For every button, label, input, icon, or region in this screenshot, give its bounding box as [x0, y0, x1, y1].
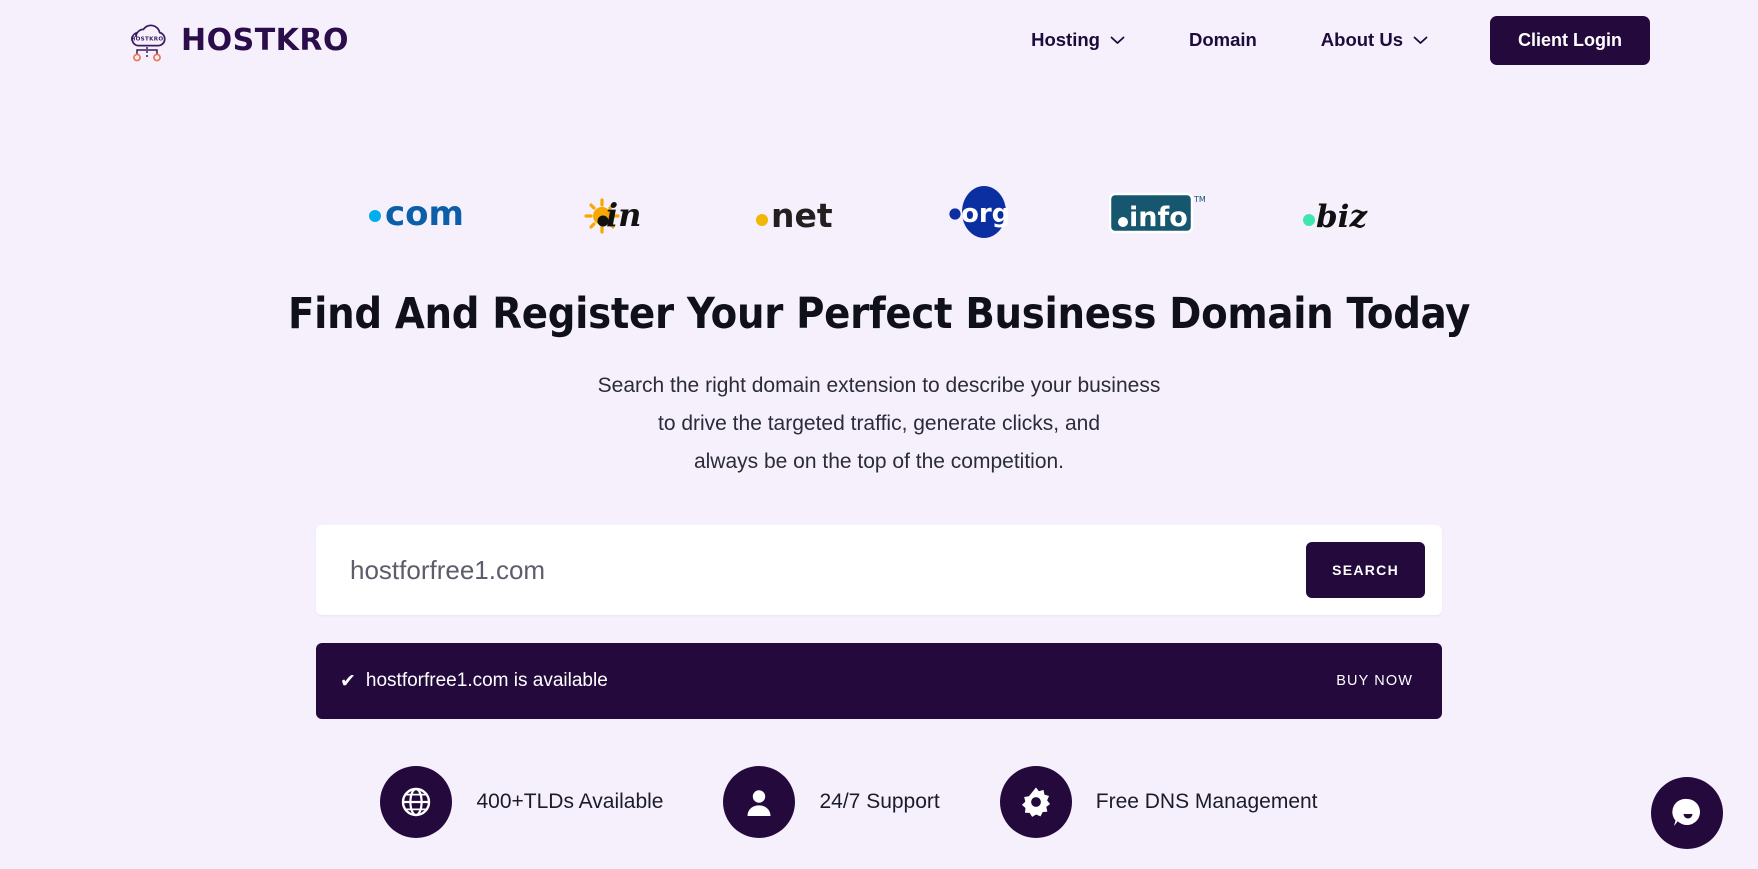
gear-icon-badge	[999, 766, 1072, 839]
chevron-down-icon	[1413, 36, 1428, 44]
user-icon-badge	[723, 766, 796, 839]
feature-dns-management-label: Free DNS Management	[1095, 790, 1318, 814]
feature-tlds-available: 400+TLDs Available	[380, 766, 723, 839]
feature-highlights: 400+TLDs Available 24/7 Support Free DNS…	[0, 766, 1758, 839]
nav-item-about-us[interactable]: About Us	[1289, 29, 1460, 51]
chat-launcher-button[interactable]	[1651, 777, 1723, 849]
nav-item-domain[interactable]: Domain	[1157, 29, 1289, 51]
nav-item-hosting[interactable]: Hosting	[999, 29, 1157, 51]
client-login-button[interactable]: Client Login	[1490, 15, 1650, 65]
nav-item-hosting-label: Hosting	[1031, 29, 1100, 50]
cloud-network-logo-icon: HOSTKRO	[131, 24, 166, 62]
site-header: HOSTKRO HOSTKRO Hosting Domain About Us …	[0, 0, 1758, 80]
svg-text:HOSTKRO: HOSTKRO	[131, 36, 164, 42]
chevron-down-icon	[1110, 36, 1125, 44]
nav-item-domain-label: Domain	[1188, 29, 1257, 50]
chat-bubble-icon	[1672, 798, 1700, 826]
availability-status: ✔ hostforfree1.com is available	[340, 670, 608, 692]
check-icon: ✔	[340, 670, 356, 692]
nav-item-about-us-label: About Us	[1320, 29, 1404, 50]
brand-logo[interactable]: HOSTKRO HOSTKRO	[124, 18, 349, 62]
user-icon	[747, 790, 771, 817]
feature-support-label: 24/7 Support	[819, 790, 940, 814]
tld-logo-strip: com in net org info TM biz	[0, 182, 1758, 242]
domain-search-box: SEARCH	[316, 525, 1442, 616]
availability-message: hostforfree1.com is available	[365, 670, 608, 692]
feature-tlds-available-label: 400+TLDs Available	[476, 790, 664, 814]
svg-text:TM: TM	[1193, 195, 1205, 204]
svg-text:com: com	[385, 194, 464, 234]
feature-support: 24/7 Support	[723, 766, 999, 839]
tld-logo-org: org	[948, 186, 1010, 238]
hero-subtitle-line-1: Search the right domain extension to des…	[597, 374, 1161, 398]
tld-logo-info: info TM	[1108, 192, 1205, 234]
tld-logo-biz: biz	[1302, 199, 1368, 235]
main-navigation: Hosting Domain About Us Client Login	[999, 15, 1650, 65]
svg-text:org: org	[961, 199, 1010, 229]
hero-subtitle: Search the right domain extension to des…	[0, 367, 1758, 481]
gear-icon	[1021, 787, 1050, 818]
search-button[interactable]: SEARCH	[1306, 542, 1425, 599]
tld-logo-net: net	[755, 196, 833, 235]
svg-text:biz: biz	[1316, 199, 1368, 235]
hero-subtitle-line-2: to drive the targeted traffic, generate …	[657, 412, 1101, 436]
domain-search-section: SEARCH	[316, 525, 1442, 616]
buy-now-button[interactable]: BUY NOW	[1336, 673, 1413, 689]
globe-icon-badge	[380, 766, 453, 839]
page-title: Find And Register Your Perfect Business …	[287, 289, 1471, 339]
globe-icon	[402, 788, 431, 817]
domain-availability-bar: ✔ hostforfree1.com is available BUY NOW	[316, 643, 1442, 720]
brand-wordmark: HOSTKRO	[181, 22, 350, 58]
tld-logo-com: com	[368, 194, 464, 234]
svg-text:info: info	[1129, 202, 1188, 233]
tld-logo-in: in	[583, 196, 641, 234]
feature-dns-management: Free DNS Management	[999, 766, 1378, 839]
domain-search-input[interactable]	[333, 525, 1307, 616]
hero-section: Find And Register Your Perfect Business …	[0, 289, 1758, 481]
hero-subtitle-line-3: always be on the top of the competition.	[693, 450, 1065, 474]
svg-text:in: in	[606, 196, 641, 234]
svg-text:net: net	[771, 196, 833, 235]
